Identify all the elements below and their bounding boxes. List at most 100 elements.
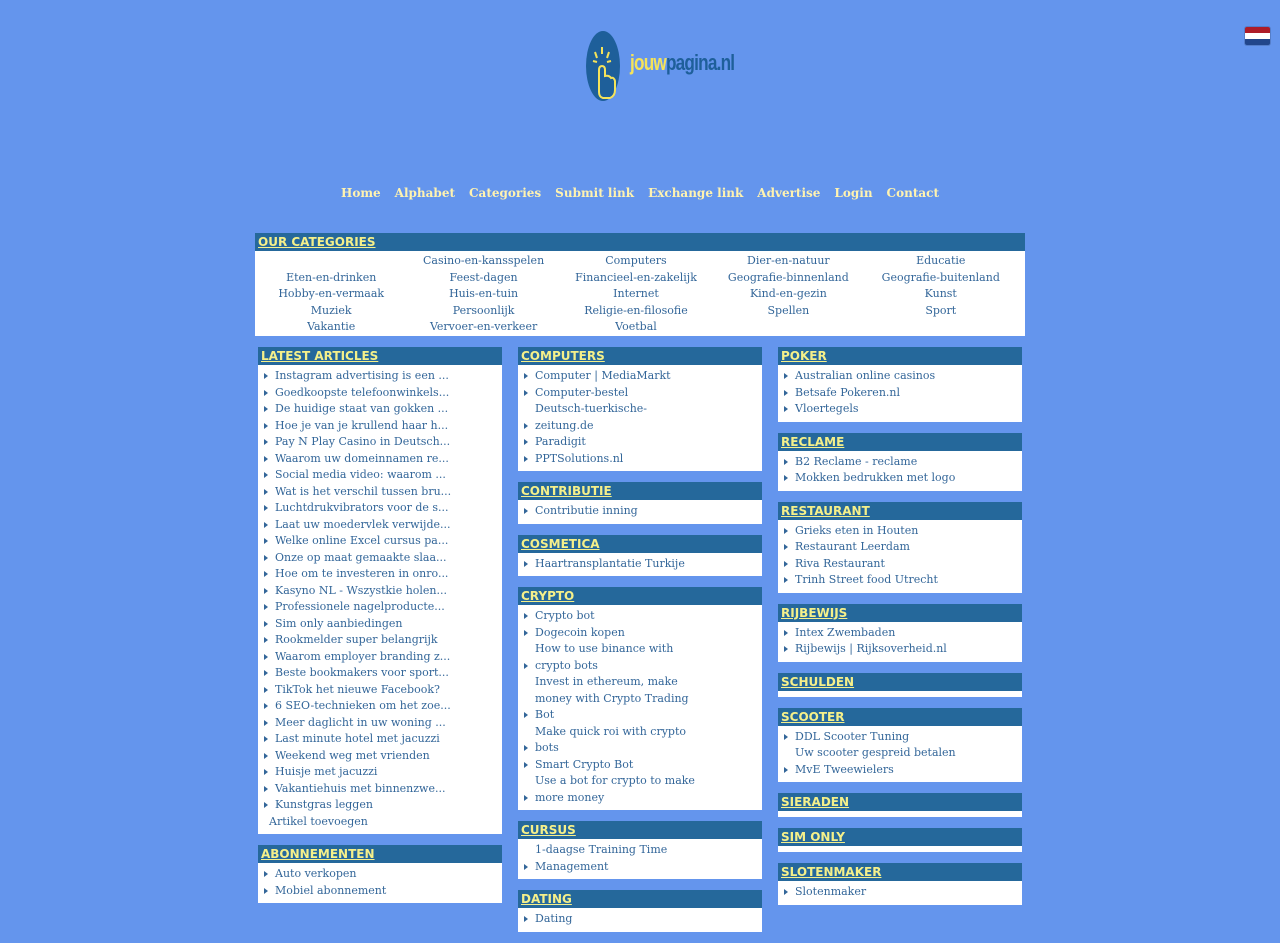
category-box-title[interactable]: ABONNEMENTEN [261, 847, 375, 861]
link-item[interactable]: Mokken bedrukken met logo [778, 470, 1022, 487]
link-text[interactable]: Welke online Excel cursus pa... [275, 534, 448, 547]
link-text[interactable]: Grieks eten in Houten [795, 524, 918, 537]
link-text[interactable]: zeitung.de [535, 419, 594, 432]
category-box-title[interactable]: COSMETICA [521, 537, 600, 551]
categories-title[interactable]: OUR CATEGORIES [258, 235, 376, 249]
link-item[interactable]: B2 Reclame - reclame [778, 454, 1022, 471]
link-item[interactable]: Professionele nagelproducte... [258, 599, 502, 616]
link-text[interactable]: Dogecoin kopen [535, 626, 625, 639]
link-text[interactable]: Meer daglicht in uw woning ... [275, 716, 446, 729]
link-item[interactable]: Trinh Street food Utrecht [778, 572, 1022, 589]
link-text[interactable]: Computer-bestel [535, 386, 628, 399]
link-text[interactable]: Riva Restaurant [795, 557, 885, 570]
link-item[interactable]: Mobiel abonnement [258, 883, 502, 900]
category-box-title[interactable]: CURSUS [521, 823, 576, 837]
category-link-internet[interactable]: Internet [560, 286, 712, 303]
category-link-vervoer-en-verkeer[interactable]: Vervoer-en-verkeer [407, 319, 559, 336]
link-item[interactable]: Smart Crypto Bot [518, 757, 762, 774]
link-text[interactable]: Artikel toevoegen [269, 815, 368, 828]
category-box-title[interactable]: SIERADEN [781, 795, 849, 809]
link-text[interactable]: Social media video: waarom ... [275, 468, 446, 481]
link-item[interactable]: Laat uw moedervlek verwijde... [258, 517, 502, 534]
link-text[interactable]: Beste bookmakers voor sport... [275, 666, 449, 679]
link-item[interactable]: Slotenmaker [778, 884, 1022, 901]
category-box-title[interactable]: CRYPTO [521, 589, 574, 603]
nav-link-alphabet[interactable]: Alphabet [395, 186, 455, 200]
link-item[interactable]: Haartransplantatie Turkije [518, 556, 762, 573]
dutch-flag-icon[interactable] [1245, 27, 1270, 45]
category-box-title[interactable]: LATEST ARTICLES [261, 349, 378, 363]
link-item[interactable]: Contributie inning [518, 503, 762, 520]
link-text[interactable]: Paradigit [535, 435, 586, 448]
link-text[interactable]: Vakantiehuis met binnenzwe... [275, 782, 445, 795]
link-item[interactable]: Uw scooter gespreid betalen [778, 745, 1022, 762]
link-item[interactable]: Meer daglicht in uw woning ... [258, 715, 502, 732]
link-text[interactable]: more money [535, 791, 604, 804]
category-link-computers[interactable]: Computers [560, 253, 712, 270]
link-item[interactable]: Grieks eten in Houten [778, 523, 1022, 540]
nav-link-home[interactable]: Home [341, 186, 381, 200]
link-item[interactable]: Crypto bot [518, 608, 762, 625]
link-item[interactable]: Riva Restaurant [778, 556, 1022, 573]
link-text[interactable]: Trinh Street food Utrecht [795, 573, 938, 586]
link-item[interactable]: Use a bot for crypto to make [518, 773, 762, 790]
link-text[interactable]: Kasyno NL - Wszystkie holen... [275, 584, 447, 597]
link-item[interactable]: Last minute hotel met jacuzzi [258, 731, 502, 748]
category-link-vakantie[interactable]: Vakantie [255, 319, 407, 336]
link-text[interactable]: Dating [535, 912, 572, 925]
category-link-spellen[interactable]: Spellen [712, 303, 864, 320]
link-text[interactable]: Make quick roi with crypto [535, 725, 686, 738]
link-text[interactable]: Bot [535, 708, 554, 721]
link-text[interactable]: 6 SEO-technieken om het zoe... [275, 699, 451, 712]
link-item[interactable]: Deutsch-tuerkische- [518, 401, 762, 418]
link-text[interactable]: Contributie inning [535, 504, 638, 517]
link-item[interactable]: Luchtdrukvibrators voor de s... [258, 500, 502, 517]
category-box-title[interactable]: RESTAURANT [781, 504, 870, 518]
link-item[interactable]: Computer | MediaMarkt [518, 368, 762, 385]
link-text[interactable]: Rookmelder super belangrijk [275, 633, 438, 646]
link-item[interactable]: Pay N Play Casino in Deutsch... [258, 434, 502, 451]
link-item[interactable]: Kasyno NL - Wszystkie holen... [258, 583, 502, 600]
nav-link-contact[interactable]: Contact [887, 186, 939, 200]
link-item[interactable]: Paradigit [518, 434, 762, 451]
link-text[interactable]: bots [535, 741, 559, 754]
category-link-muziek[interactable]: Muziek [255, 303, 407, 320]
category-link-religie-en-filosofie[interactable]: Religie-en-filosofie [560, 303, 712, 320]
link-item[interactable]: Hoe je van je krullend haar h... [258, 418, 502, 435]
nav-link-exchange-link[interactable]: Exchange link [648, 186, 743, 200]
link-text[interactable]: Use a bot for crypto to make [535, 774, 695, 787]
link-text[interactable]: 1-daagse Training Time [535, 843, 667, 856]
link-item[interactable]: TikTok het nieuwe Facebook? [258, 682, 502, 699]
link-text[interactable]: Intex Zwembaden [795, 626, 895, 639]
link-item[interactable]: DDL Scooter Tuning [778, 729, 1022, 746]
link-item[interactable]: Restaurant Leerdam [778, 539, 1022, 556]
link-text[interactable]: DDL Scooter Tuning [795, 730, 909, 743]
link-item[interactable]: money with Crypto Trading [518, 691, 762, 708]
link-item[interactable]: Artikel toevoegen [258, 814, 502, 831]
category-link-geografie-binnenland[interactable]: Geografie-binnenland [712, 270, 864, 287]
link-item[interactable]: Bot [518, 707, 762, 724]
link-item[interactable]: Australian online casinos [778, 368, 1022, 385]
category-link-casino-en-kansspelen[interactable]: Casino-en-kansspelen [407, 253, 559, 270]
category-link-hobby-en-vermaak[interactable]: Hobby-en-vermaak [255, 286, 407, 303]
link-text[interactable]: Computer | MediaMarkt [535, 369, 671, 382]
link-item[interactable]: Kunstgras leggen [258, 797, 502, 814]
category-link-feest-dagen[interactable]: Feest-dagen [407, 270, 559, 287]
link-text[interactable]: Invest in ethereum, make [535, 675, 678, 688]
link-text[interactable]: Huisje met jacuzzi [275, 765, 377, 778]
link-item[interactable]: Waarom employer branding z... [258, 649, 502, 666]
category-box-title[interactable]: SLOTENMAKER [781, 865, 881, 879]
link-text[interactable]: Onze op maat gemaakte slaa... [275, 551, 447, 564]
category-link-kind-en-gezin[interactable]: Kind-en-gezin [712, 286, 864, 303]
link-text[interactable]: Goedkoopste telefoonwinkels... [275, 386, 449, 399]
link-item[interactable]: MvE Tweewielers [778, 762, 1022, 779]
category-link-huis-en-tuin[interactable]: Huis-en-tuin [407, 286, 559, 303]
link-text[interactable]: Haartransplantatie Turkije [535, 557, 685, 570]
link-text[interactable]: Deutsch-tuerkische- [535, 402, 647, 415]
link-item[interactable]: Goedkoopste telefoonwinkels... [258, 385, 502, 402]
link-item[interactable]: Vakantiehuis met binnenzwe... [258, 781, 502, 798]
link-text[interactable]: Weekend weg met vrienden [275, 749, 430, 762]
category-box-title[interactable]: POKER [781, 349, 827, 363]
category-box-title[interactable]: SIM ONLY [781, 830, 845, 844]
link-text[interactable]: Last minute hotel met jacuzzi [275, 732, 440, 745]
